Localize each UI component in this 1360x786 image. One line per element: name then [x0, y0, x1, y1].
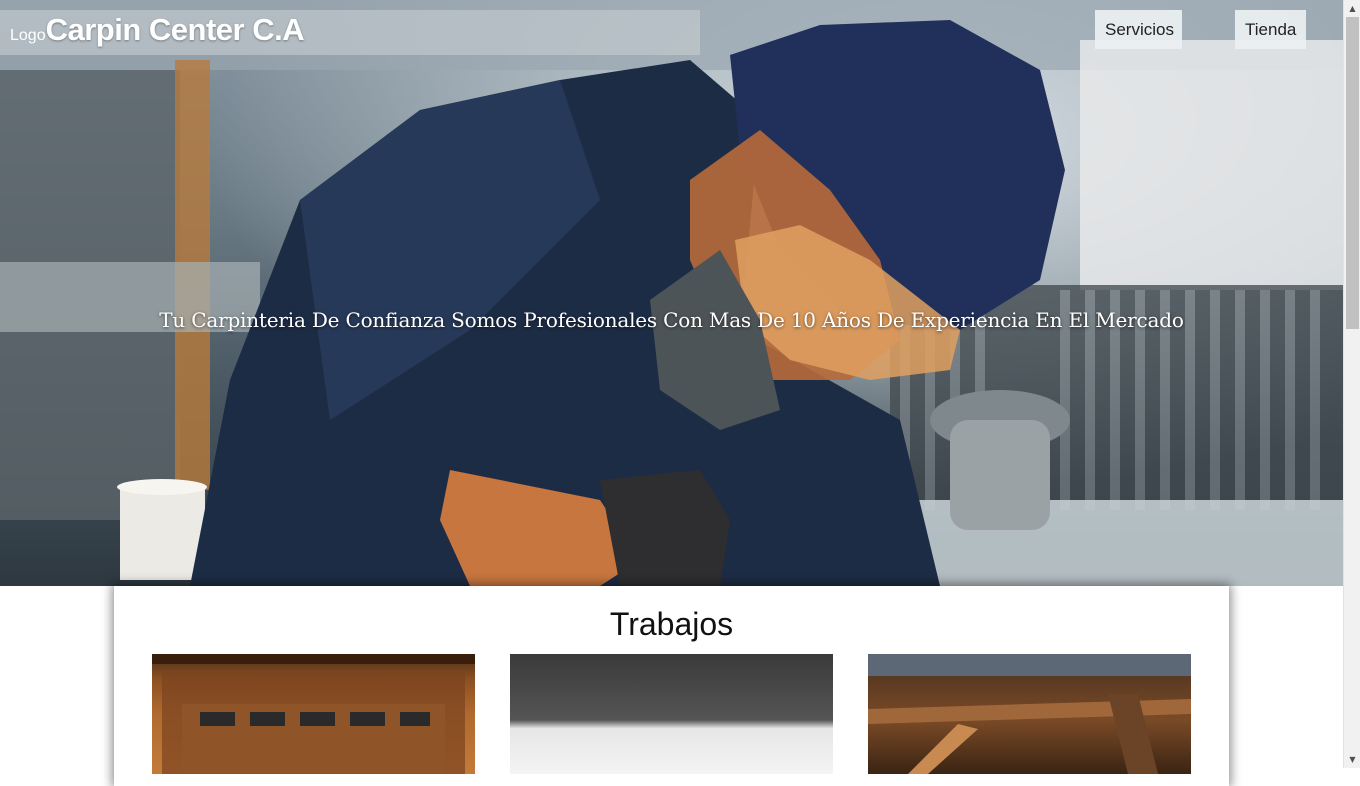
hero-carpenter-image	[0, 0, 1343, 586]
nav-servicios-button[interactable]: Servicios	[1095, 10, 1182, 49]
logo-placeholder[interactable]: Logo	[10, 27, 46, 45]
scroll-down-arrow-icon[interactable]: ▼	[1344, 751, 1360, 768]
scrollbar-thumb[interactable]	[1346, 17, 1359, 329]
hero-banner: Logo Carpin Center C.A Servicios Tienda …	[0, 0, 1343, 586]
page-scrollbar[interactable]: ▲ ▼	[1343, 0, 1360, 768]
site-title[interactable]: Carpin Center C.A	[46, 12, 305, 48]
work-image-kitchen[interactable]	[510, 654, 833, 774]
brand: Logo Carpin Center C.A	[10, 12, 305, 48]
trabajos-section: Trabajos	[114, 586, 1229, 786]
scroll-up-arrow-icon[interactable]: ▲	[1344, 0, 1360, 17]
door-image	[152, 654, 475, 774]
work-image-workshop[interactable]	[868, 654, 1191, 774]
hero-tagline: Tu Carpinteria De Confianza Somos Profes…	[159, 308, 1184, 332]
workshop-image	[868, 654, 1191, 774]
work-image-door[interactable]	[152, 654, 475, 774]
section-title: Trabajos	[609, 606, 734, 642]
nav-tienda-button[interactable]: Tienda	[1235, 10, 1306, 49]
